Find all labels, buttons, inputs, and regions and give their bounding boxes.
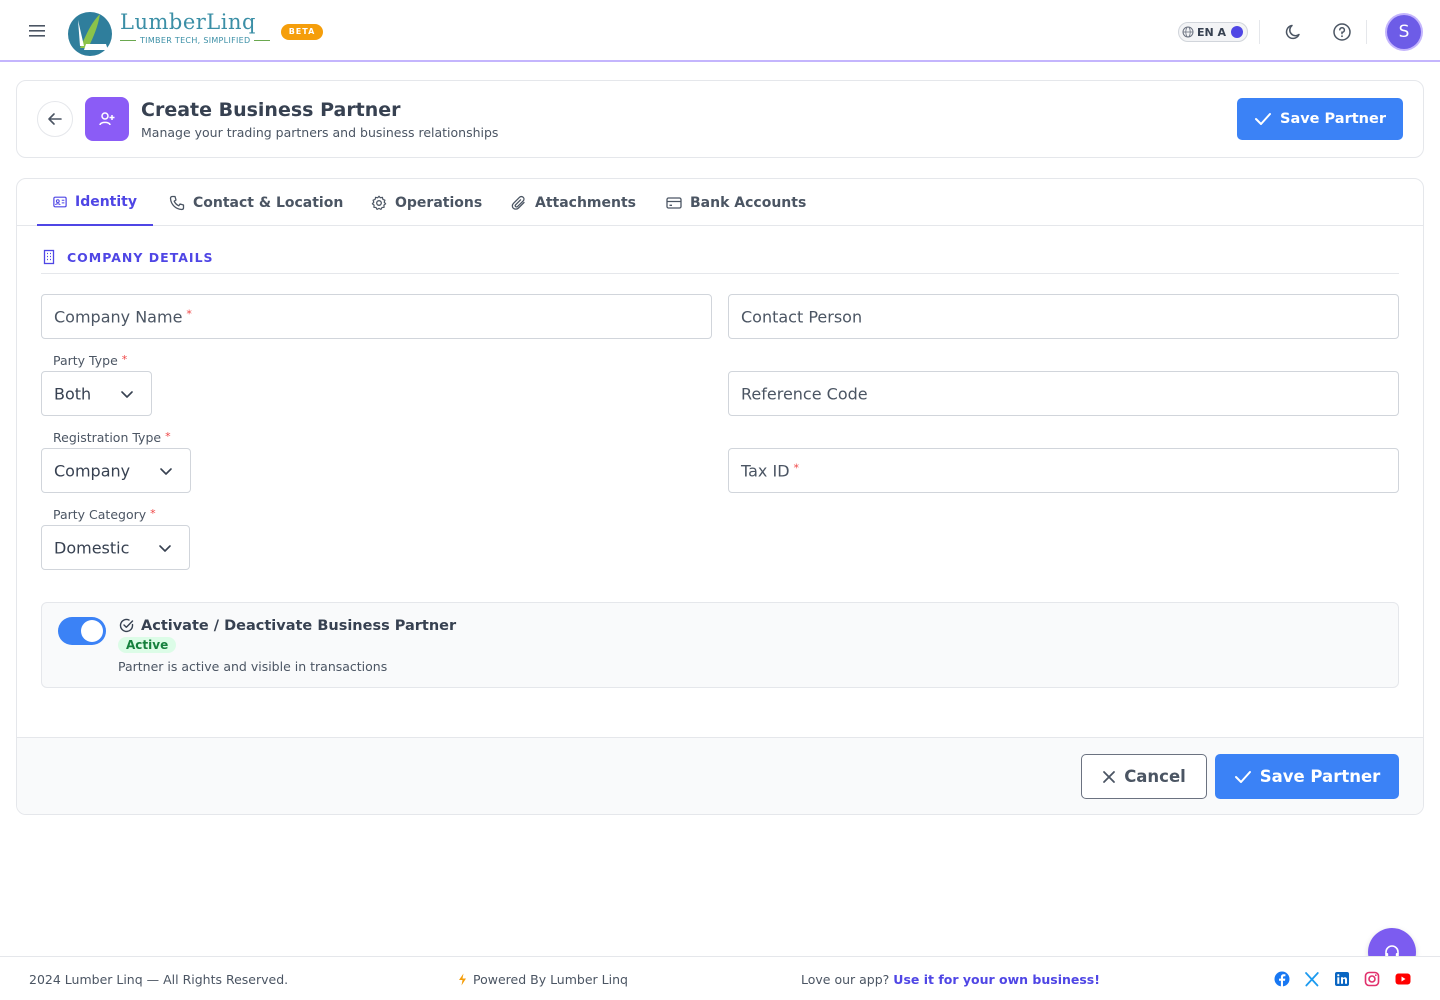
id-card-icon bbox=[53, 196, 67, 207]
section-divider bbox=[41, 273, 1399, 274]
check-circle-icon bbox=[119, 618, 134, 633]
party-category-label: Party Category * bbox=[53, 507, 156, 522]
arrow-left-icon bbox=[48, 113, 62, 125]
gear-icon bbox=[371, 195, 387, 210]
status-title: Activate / Deactivate Business Partner bbox=[118, 617, 456, 634]
party-category-value: Domestic bbox=[54, 538, 130, 557]
user-plus-icon bbox=[85, 97, 129, 141]
tab-identity[interactable]: Identity bbox=[37, 179, 153, 226]
instagram-icon[interactable] bbox=[1364, 971, 1380, 987]
page-header: Create Business Partner Manage your trad… bbox=[16, 80, 1424, 158]
check-icon bbox=[1234, 770, 1251, 783]
promo-text: Love our app? bbox=[801, 972, 890, 987]
divider bbox=[1259, 20, 1260, 44]
tab-attachments[interactable]: Attachments bbox=[495, 179, 652, 226]
phone-icon bbox=[169, 195, 185, 210]
contact-person-input[interactable]: Contact Person bbox=[728, 294, 1399, 339]
status-badge: Active bbox=[118, 637, 177, 653]
form-card: Identity Contact & Location Operations A… bbox=[16, 178, 1424, 815]
tax-id-placeholder: Tax ID bbox=[741, 461, 790, 480]
party-category-select[interactable]: Domestic bbox=[41, 525, 190, 570]
save-partner-button[interactable]: Save Partner bbox=[1215, 754, 1399, 799]
promo-link[interactable]: Use it for your own business! bbox=[893, 972, 1100, 987]
globe-icon bbox=[1182, 26, 1194, 38]
party-type-value: Both bbox=[54, 384, 92, 403]
tab-bar: Identity Contact & Location Operations A… bbox=[17, 179, 1423, 226]
registration-type-value: Company bbox=[54, 461, 131, 480]
language-label: EN A bbox=[1197, 25, 1227, 39]
reference-code-placeholder: Reference Code bbox=[741, 384, 868, 403]
registration-type-select[interactable]: Company bbox=[41, 448, 191, 493]
language-toggle[interactable]: EN A bbox=[1178, 22, 1248, 42]
form-actions: Cancel Save Partner bbox=[17, 737, 1423, 814]
x-icon[interactable] bbox=[1304, 971, 1320, 987]
page-subtitle: Manage your trading partners and busines… bbox=[141, 125, 499, 140]
status-description: Partner is active and visible in transac… bbox=[118, 659, 388, 674]
required-mark: * bbox=[793, 461, 800, 474]
toggle-knob bbox=[81, 620, 103, 642]
contact-person-placeholder: Contact Person bbox=[741, 307, 863, 326]
cancel-button[interactable]: Cancel bbox=[1081, 754, 1207, 799]
avatar[interactable]: S bbox=[1387, 15, 1421, 49]
brand-name: LumberLinq bbox=[120, 10, 256, 34]
registration-type-label: Registration Type * bbox=[53, 430, 171, 445]
chevron-down-icon bbox=[160, 467, 172, 475]
menu-icon[interactable] bbox=[28, 22, 48, 40]
page-footer: 2024 Lumber Linq — All Rights Reserved. … bbox=[0, 956, 1440, 1000]
promo: Love our app? Use it for your own busine… bbox=[801, 972, 1100, 987]
close-icon bbox=[1103, 770, 1116, 783]
building-icon bbox=[43, 249, 55, 265]
brand: LumberLinq TIMBER TECH, SIMPLIFIED bbox=[120, 10, 271, 45]
logo-icon[interactable] bbox=[64, 6, 116, 58]
linkedin-icon[interactable] bbox=[1334, 971, 1350, 987]
party-type-label: Party Type * bbox=[53, 353, 128, 368]
company-name-placeholder: Company Name bbox=[54, 307, 183, 326]
active-toggle[interactable] bbox=[58, 617, 106, 645]
bolt-icon bbox=[459, 973, 466, 986]
chevron-down-icon bbox=[159, 544, 171, 552]
section-title: COMPANY DETAILS bbox=[67, 249, 214, 265]
help-icon[interactable] bbox=[1332, 22, 1352, 42]
powered-by: Powered By Lumber Linq bbox=[458, 972, 628, 987]
chevron-down-icon bbox=[121, 390, 133, 398]
page-title: Create Business Partner bbox=[141, 99, 401, 121]
card-icon bbox=[666, 196, 682, 209]
save-partner-button-top[interactable]: Save Partner bbox=[1237, 98, 1403, 140]
language-knob bbox=[1231, 26, 1243, 38]
beta-badge: BETA bbox=[281, 24, 323, 40]
back-button[interactable] bbox=[37, 101, 73, 137]
tab-contact-location[interactable]: Contact & Location bbox=[153, 179, 359, 226]
brand-tagline: TIMBER TECH, SIMPLIFIED bbox=[120, 36, 271, 45]
section-header: COMPANY DETAILS bbox=[41, 249, 214, 265]
top-bar: LumberLinq TIMBER TECH, SIMPLIFIED BETA … bbox=[0, 0, 1440, 62]
tab-operations[interactable]: Operations bbox=[355, 179, 498, 226]
required-mark: * bbox=[186, 307, 192, 320]
divider bbox=[1366, 20, 1367, 44]
partner-status-panel: Activate / Deactivate Business Partner A… bbox=[41, 602, 1399, 688]
tab-bank-accounts[interactable]: Bank Accounts bbox=[650, 179, 822, 226]
reference-code-input[interactable]: Reference Code bbox=[728, 371, 1399, 416]
moon-icon[interactable] bbox=[1284, 22, 1304, 42]
party-type-select[interactable]: Both bbox=[41, 371, 152, 416]
youtube-icon[interactable] bbox=[1395, 971, 1411, 987]
paperclip-icon bbox=[511, 195, 525, 210]
facebook-icon[interactable] bbox=[1274, 971, 1290, 987]
company-name-input[interactable]: Company Name * bbox=[41, 294, 712, 339]
copyright-text: 2024 Lumber Linq — All Rights Reserved. bbox=[29, 972, 289, 987]
check-icon bbox=[1255, 113, 1271, 125]
tax-id-input[interactable]: Tax ID * bbox=[728, 448, 1399, 493]
